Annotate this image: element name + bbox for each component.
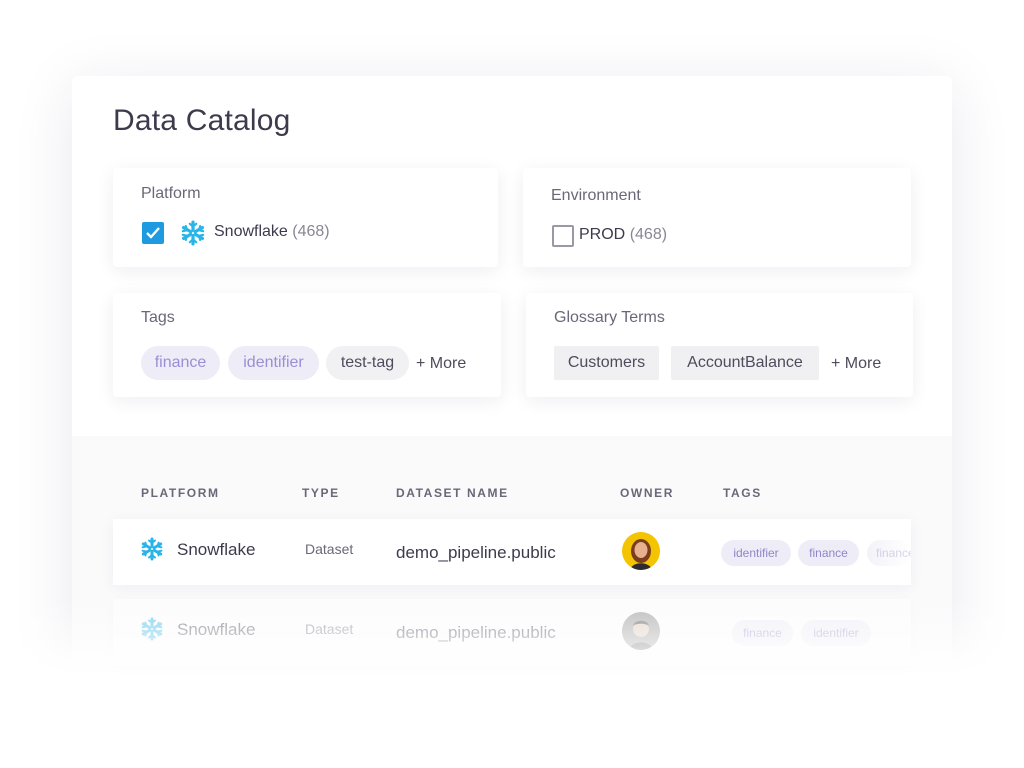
platform-option[interactable]: Snowflake (468): [214, 223, 330, 241]
glossary-term-accountbalance[interactable]: AccountBalance: [671, 346, 819, 380]
row-tag-identifier[interactable]: identifier: [721, 540, 791, 566]
tags-filter-card: Tags finance identifier test-tag + More: [113, 293, 501, 397]
snowflake-icon: [141, 537, 163, 561]
owner-avatar[interactable]: [622, 612, 660, 650]
table-row[interactable]: Snowflake Dataset demo_pipeline.public f…: [113, 599, 911, 665]
snowflake-checkbox[interactable]: [142, 222, 164, 244]
row-dataset-name[interactable]: demo_pipeline.public: [396, 623, 556, 643]
row-tag-finance[interactable]: finance: [732, 620, 793, 646]
row-type: Dataset: [305, 621, 354, 637]
owner-avatar[interactable]: [622, 532, 660, 570]
environment-filter-label: Environment: [551, 187, 641, 204]
table-row[interactable]: Snowflake Dataset demo_pipeline.public i…: [113, 519, 911, 585]
environment-option-name: PROD: [579, 226, 626, 243]
header-owner: OWNER: [620, 486, 674, 500]
header-platform: PLATFORM: [141, 486, 220, 500]
glossary-more-link[interactable]: + More: [831, 355, 881, 373]
glossary-filter-card: Glossary Terms Customers AccountBalance …: [526, 293, 913, 397]
snowflake-icon: [141, 617, 163, 641]
row-dataset-name[interactable]: demo_pipeline.public: [396, 543, 556, 563]
row-tag-faded[interactable]: finance: [867, 540, 911, 566]
tag-identifier[interactable]: identifier: [228, 346, 319, 380]
row-type: Dataset: [305, 541, 354, 557]
prod-checkbox[interactable]: [552, 225, 574, 247]
man-avatar-icon: [629, 620, 653, 650]
row-platform: Snowflake: [177, 620, 256, 639]
row-tag-identifier[interactable]: identifier: [801, 620, 871, 646]
platform-filter-card: Platform Snowflake (468): [113, 168, 498, 267]
page-title: Data Catalog: [113, 104, 291, 137]
tag-finance[interactable]: finance: [141, 346, 220, 380]
glossary-filter-label: Glossary Terms: [554, 309, 665, 326]
header-tags: TAGS: [723, 486, 762, 500]
tag-test-tag[interactable]: test-tag: [326, 346, 409, 380]
platform-option-count: (468): [292, 223, 330, 240]
header-dataset-name: DATASET NAME: [396, 486, 509, 500]
tags-more-link[interactable]: + More: [416, 355, 466, 373]
tags-filter-label: Tags: [141, 309, 175, 326]
platform-filter-label: Platform: [141, 185, 201, 202]
snowflake-icon: [181, 220, 205, 246]
environment-option-count: (468): [629, 226, 668, 243]
woman-avatar-icon: [630, 539, 652, 570]
environment-option[interactable]: PROD (468): [579, 226, 667, 244]
environment-filter-card: Environment PROD (468): [523, 168, 911, 267]
platform-option-name: Snowflake: [214, 223, 288, 240]
glossary-term-customers[interactable]: Customers: [554, 346, 659, 380]
checkmark-icon: [146, 227, 160, 239]
row-platform: Snowflake: [177, 540, 256, 559]
header-type: TYPE: [302, 486, 340, 500]
row-tag-finance[interactable]: finance: [798, 540, 859, 566]
